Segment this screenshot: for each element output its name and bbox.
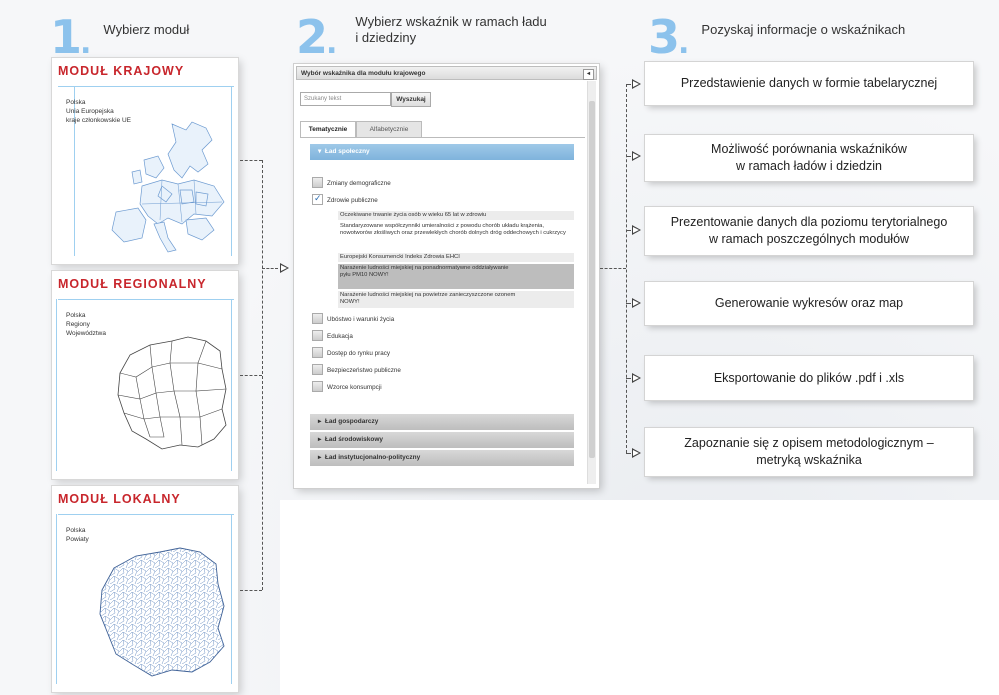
section-environmental-order[interactable]: ▸ Ład środowiskowy [310, 432, 574, 448]
module-title: MODUŁ KRAJOWY [58, 64, 185, 78]
category-item[interactable]: Zmiany demograficzne [312, 177, 391, 190]
category-item[interactable]: Bezpieczeństwo publiczne [312, 364, 401, 377]
search-input[interactable]: Szukany tekst [300, 92, 391, 106]
tab-alphabetical[interactable]: Alfabetycznie [356, 121, 422, 138]
category-item[interactable]: Dostęp do rynku pracy [312, 347, 390, 360]
step-3-title: Pozyskaj informacje o wskaźnikach [701, 22, 906, 37]
module-subtitle: Polska Powiaty [66, 527, 89, 543]
module-card-regional[interactable]: MODUŁ REGIONALNY Polska Regiony Województw… [52, 271, 238, 479]
panel-scrollbar[interactable] [587, 81, 596, 484]
arrow-icon [632, 79, 641, 89]
section-institutional-order[interactable]: ▸ Ład instytucjonalno-polityczny [310, 450, 574, 466]
step-2-number: 2. [296, 10, 338, 64]
info-box-territorial: Prezentowanie danych dla poziomu terytor… [645, 207, 973, 255]
arrow-to-panel-icon [280, 263, 289, 273]
indicator-item[interactable]: Standaryzowane współczynniki umieralnośc… [338, 222, 574, 251]
indicator-selection-panel: Wybór wskaźnika dla modułu krajowego ◂ S… [294, 64, 599, 488]
panel-header: Wybór wskaźnika dla modułu krajowego ◂ [296, 66, 597, 80]
poland-counties-map-icon [99, 547, 225, 677]
category-item[interactable]: Edukacja [312, 330, 353, 343]
collapse-icon[interactable]: ◂ [583, 69, 594, 80]
module-title: MODUŁ REGIONALNY [58, 277, 207, 291]
step-2-title: Wybierz wskaźnik w ramach ładu i dziedzin… [355, 14, 547, 45]
arrow-icon [632, 225, 641, 235]
module-card-local[interactable]: MODUŁ LOKALNY Polska Powiaty [52, 486, 238, 692]
poland-voivodeships-map-icon [117, 336, 227, 450]
info-box-methodology: Zapoznanie się z opisem metodologicznym … [645, 428, 973, 476]
info-box-table: Przedstawienie danych w formie tabelaryc… [645, 62, 973, 105]
arrow-icon [632, 448, 641, 458]
europe-map-icon [111, 121, 225, 253]
module-subtitle: Polska Regiony Województwa [66, 312, 106, 337]
tab-thematic[interactable]: Tematycznie [300, 121, 356, 138]
step-3-number: 3. [648, 10, 690, 64]
indicator-item[interactable]: Oczekiwane trwanie życia osób w wieku 65… [338, 211, 574, 220]
section-social-order[interactable]: ▾ Ład społeczny [310, 144, 574, 160]
module-card-national[interactable]: MODUŁ KRAJOWY Polska Unia Europejska kraje… [52, 58, 238, 264]
category-item[interactable]: Wzorce konsumpcji [312, 381, 382, 394]
module-title: MODUŁ LOKALNY [58, 492, 181, 506]
info-box-export: Eksportowanie do plików .pdf i .xls [645, 356, 973, 400]
indicator-item[interactable]: Narażenie ludności miejskiej na powietrz… [338, 291, 574, 308]
search-button[interactable]: Wyszukaj [391, 92, 431, 107]
category-item[interactable]: Zdrowie publiczne [312, 192, 378, 207]
info-box-compare: Możliwość porównania wskaźników w ramach … [645, 135, 973, 181]
step-1-title: Wybierz moduł [103, 22, 190, 37]
arrow-icon [632, 151, 641, 161]
info-box-charts-maps: Generowanie wykresów oraz map [645, 282, 973, 325]
checkbox[interactable] [312, 177, 323, 188]
section-economic-order[interactable]: ▸ Ład gospodarczy [310, 414, 574, 430]
step-2-header: 2. Wybierz wskaźnik w ramach ładu i dzied… [296, 14, 547, 67]
step-3-header: 3. Pozyskaj informacje o wskaźnikach [648, 14, 905, 67]
indicator-item[interactable]: Narażenie ludności miejskiej na ponadnor… [338, 264, 574, 289]
category-item[interactable]: Ubóstwo i warunki życia [312, 313, 394, 326]
background-lower [280, 500, 999, 695]
arrow-icon [632, 298, 641, 308]
checkbox-checked[interactable] [312, 192, 323, 205]
arrow-icon [632, 373, 641, 383]
indicator-item[interactable]: Europejski Konsumencki Indeks Zdrowia EH… [338, 253, 574, 262]
